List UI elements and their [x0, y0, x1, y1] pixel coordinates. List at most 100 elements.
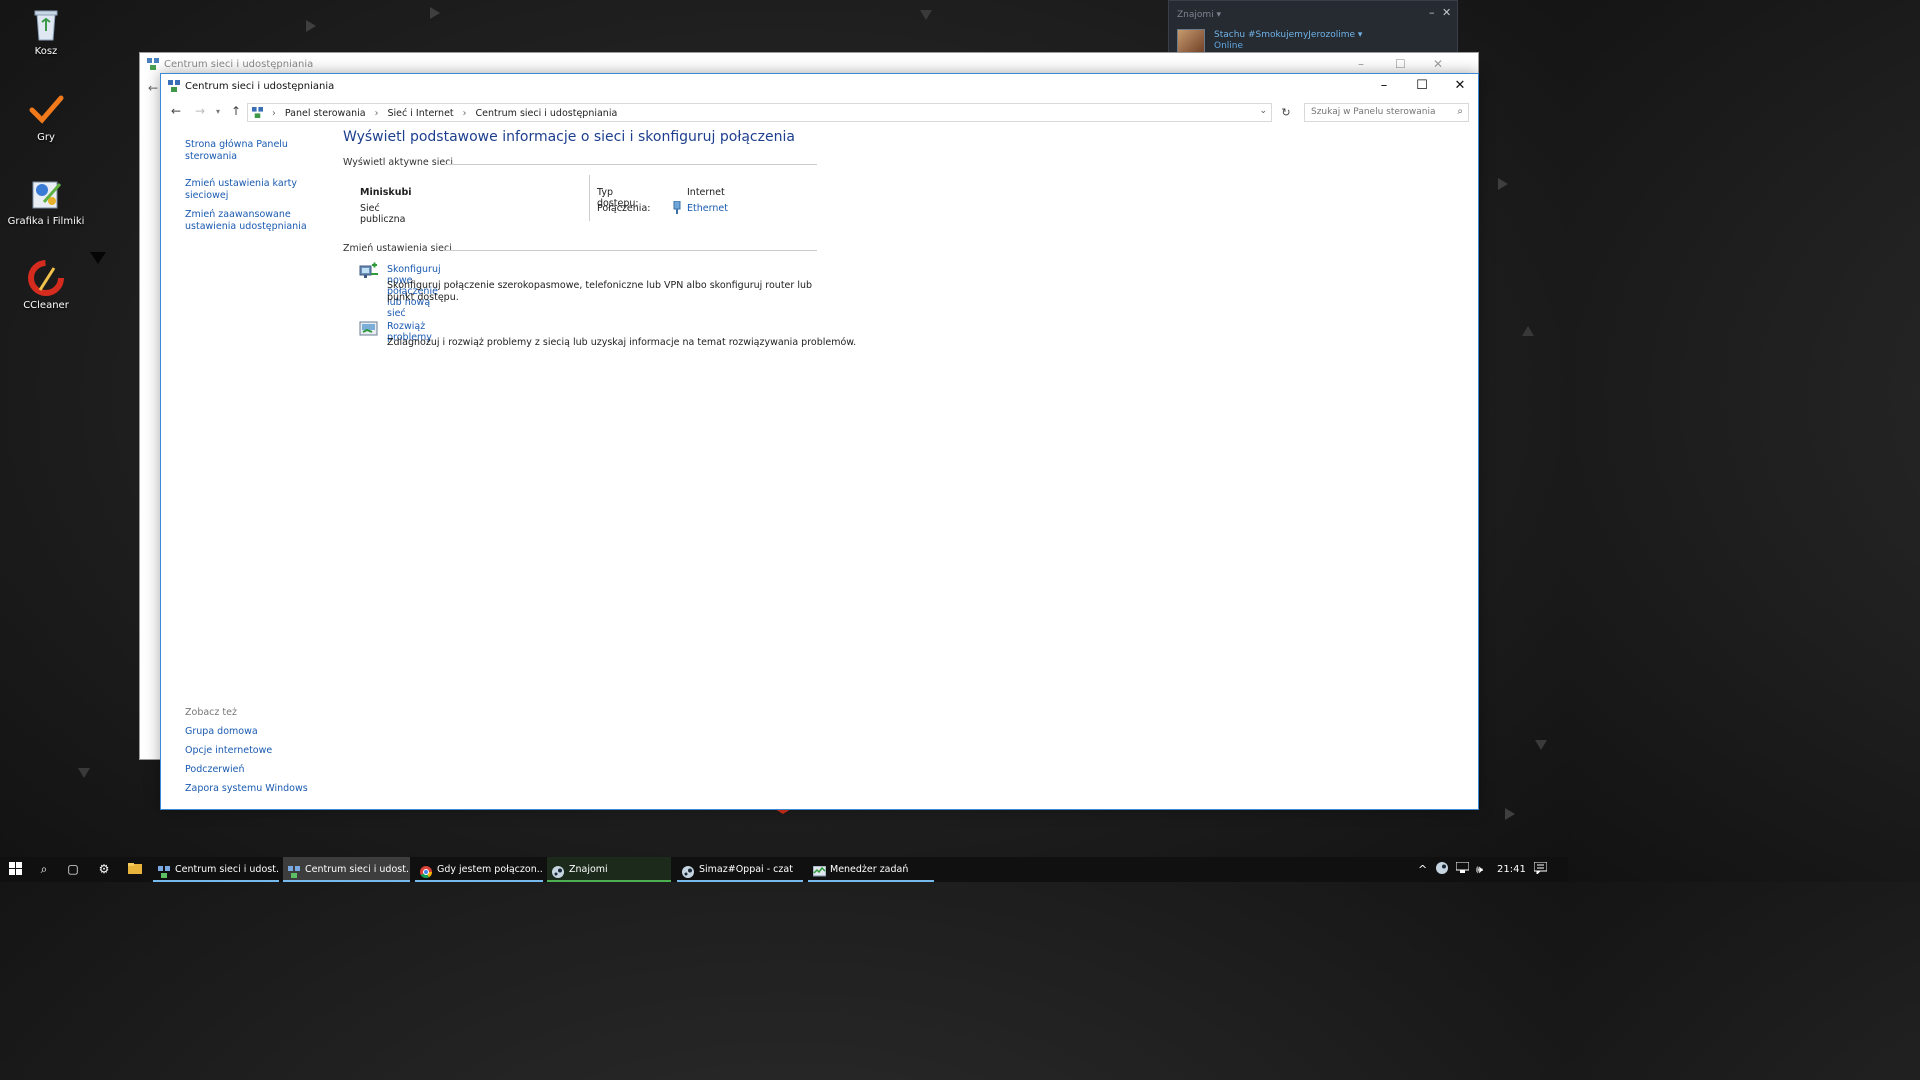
- desktop-icon-ccleaner[interactable]: CCleaner: [6, 260, 86, 311]
- steam-username[interactable]: Stachu #SmokujemyJerozolime ▾: [1214, 30, 1362, 40]
- ccleaner-icon: [28, 260, 64, 296]
- taskbar-app-label: Gdy jestem połączon...: [437, 864, 543, 875]
- see-also-link-firewall[interactable]: Zapora systemu Windows: [185, 783, 308, 795]
- minimize-icon[interactable]: –: [1429, 6, 1435, 19]
- taskbar-app-chrome[interactable]: Gdy jestem połączon...: [415, 857, 543, 882]
- sidebar-link-adapter-settings[interactable]: Zmień ustawienia karty sieciowej: [185, 178, 297, 202]
- forward-arrow-icon[interactable]: →: [195, 104, 205, 118]
- maximize-icon[interactable]: ☐: [1395, 57, 1406, 71]
- wallpaper-shape: [1498, 178, 1508, 190]
- sidebar-link-home[interactable]: Strona główna Panelu sterowania: [185, 139, 288, 163]
- desktop-icon-label: Gry: [37, 132, 55, 143]
- taskbar-app-label: Centrum sieci i udost...: [175, 864, 279, 875]
- search-icon[interactable]: ⌕: [29, 857, 59, 882]
- search-input[interactable]: [1311, 107, 1451, 117]
- taskbar-app-label: Simaz#Oppai - czat: [699, 864, 793, 875]
- volume-icon[interactable]: 🕪: [1476, 857, 1483, 882]
- settings-gear-icon[interactable]: ⚙: [89, 857, 119, 882]
- wallpaper-shape: [1522, 326, 1534, 336]
- task-view-icon[interactable]: ▢: [58, 857, 88, 882]
- search-box[interactable]: ⌕: [1304, 103, 1469, 122]
- refresh-icon[interactable]: ↻: [1277, 103, 1295, 122]
- divider: [589, 175, 590, 221]
- clock[interactable]: 21:41: [1497, 857, 1526, 882]
- maximize-button[interactable]: ☐: [1403, 74, 1441, 98]
- navigation-bar: ← → ▾ ↑ › Panel sterowania › Sieć i Inte…: [161, 100, 1478, 124]
- windows-start-icon[interactable]: [0, 857, 30, 882]
- taskbar-app-label: Menedżer zadań: [830, 864, 909, 875]
- action-center-icon[interactable]: [1533, 857, 1548, 882]
- desktop-icon-gry[interactable]: Gry: [6, 92, 86, 143]
- wallpaper-shape: [78, 768, 90, 778]
- see-also-link-internet-options[interactable]: Opcje internetowe: [185, 745, 272, 757]
- connections-label: Połączenia:: [597, 203, 651, 214]
- back-arrow-icon[interactable]: ←: [171, 104, 181, 118]
- minimize-icon[interactable]: –: [1358, 57, 1364, 71]
- file-explorer-icon[interactable]: [120, 857, 150, 882]
- change-settings-section-label: Zmień ustawienia sieci: [343, 243, 817, 254]
- network-tray-icon[interactable]: [1455, 857, 1470, 882]
- taskbar-app-task-manager[interactable]: Menedżer zadań: [808, 857, 934, 882]
- breadcrumb-separator-icon[interactable]: ›: [375, 108, 379, 119]
- desktop-icon-label: Grafika i Filmiki: [7, 216, 85, 227]
- checkmark-icon: [28, 92, 64, 128]
- close-icon[interactable]: ✕: [1442, 6, 1451, 19]
- desktop-icon-recycle-bin[interactable]: Kosz: [6, 6, 86, 57]
- desktop-icon-label: CCleaner: [23, 300, 69, 311]
- recent-locations-chevron-icon[interactable]: ▾: [216, 107, 220, 116]
- desktop-icon-grafika[interactable]: Grafika i Filmiki: [6, 176, 86, 227]
- address-bar[interactable]: › Panel sterowania › Sieć i Internet › C…: [247, 103, 1272, 122]
- taskbar-app-label: Centrum sieci i udost...: [305, 864, 410, 875]
- wallpaper-shape: [920, 10, 932, 20]
- wallpaper-shape: [90, 252, 106, 264]
- ethernet-icon: [673, 200, 681, 217]
- see-also-link-infrared[interactable]: Podczerwień: [185, 764, 244, 776]
- network-type-link[interactable]: Sieć publiczna: [360, 203, 405, 225]
- show-hidden-icons-chevron-icon[interactable]: ^: [1418, 857, 1427, 882]
- taskbar-app-steam-friends[interactable]: Znajomi: [547, 857, 671, 882]
- ethernet-link[interactable]: Ethernet: [687, 203, 728, 214]
- search-icon[interactable]: ⌕: [1457, 106, 1463, 117]
- title-bar[interactable]: Centrum sieci i udostępniania – ☐ ✕: [161, 74, 1478, 100]
- network-center-window[interactable]: Centrum sieci i udostępniania – ☐ ✕ ← → …: [160, 73, 1479, 810]
- taskbar-app-network-center-1[interactable]: Centrum sieci i udost...: [153, 857, 279, 882]
- close-button[interactable]: ✕: [1441, 74, 1479, 98]
- new-connection-icon: [359, 262, 379, 280]
- steam-friends-window[interactable]: Znajomi ▾ – ✕ Stachu #SmokujemyJerozolim…: [1168, 0, 1458, 58]
- chrome-icon: [420, 863, 432, 879]
- sidebar-link-advanced-sharing[interactable]: Zmień zaawansowane ustawienia udostępnian…: [185, 209, 307, 233]
- steam-friends-header[interactable]: Znajomi ▾: [1177, 10, 1221, 20]
- breadcrumb-siec-i-internet[interactable]: Sieć i Internet: [388, 108, 454, 119]
- back-arrow-icon[interactable]: ←: [148, 81, 158, 95]
- desktop-icon-label: Kosz: [34, 46, 58, 57]
- address-dropdown-icon[interactable]: ⌄: [1259, 106, 1267, 116]
- window-title: Centrum sieci i udostępniania: [164, 59, 314, 70]
- steam-status: Online: [1214, 41, 1244, 51]
- taskbar-app-network-center-2[interactable]: Centrum sieci i udost...: [283, 857, 410, 882]
- active-networks-section-label: Wyświetl aktywne sieci: [343, 157, 817, 168]
- see-also-link-homegroup[interactable]: Grupa domowa: [185, 726, 258, 738]
- address-network-icon: [252, 107, 266, 119]
- wallpaper-shape: [430, 7, 440, 19]
- setup-new-connection-description: Skonfiguruj połączenie szerokopasmowe, t…: [387, 280, 813, 303]
- taskbar: ⌕ ▢ ⚙ Centrum sieci i udost... Centrum s…: [0, 857, 1568, 882]
- up-arrow-icon[interactable]: ↑: [231, 104, 241, 118]
- network-name: Miniskubi: [360, 187, 412, 198]
- taskbar-app-label: Znajomi: [569, 864, 608, 875]
- steam-icon: [552, 863, 564, 878]
- taskbar-app-steam-chat[interactable]: Simaz#Oppai - czat: [677, 857, 803, 882]
- steam-tray-icon[interactable]: [1436, 857, 1448, 882]
- breadcrumb-separator-icon[interactable]: ›: [272, 108, 276, 119]
- troubleshoot-description: Zdiagnozuj i rozwiąż problemy z siecią l…: [387, 337, 857, 348]
- wallpaper-shape: [1535, 740, 1547, 750]
- task-manager-icon: [812, 863, 827, 877]
- breadcrumb-panel-sterowania[interactable]: Panel sterowania: [285, 108, 366, 119]
- steam-icon: [682, 863, 694, 878]
- network-center-icon: [288, 863, 300, 878]
- breadcrumb-separator-icon[interactable]: ›: [463, 108, 467, 119]
- access-type-value: Internet: [687, 187, 725, 198]
- network-center-icon: [158, 863, 170, 878]
- breadcrumb-centrum-sieci[interactable]: Centrum sieci i udostępniania: [476, 108, 618, 119]
- minimize-button[interactable]: –: [1365, 74, 1403, 98]
- close-icon[interactable]: ✕: [1433, 57, 1443, 71]
